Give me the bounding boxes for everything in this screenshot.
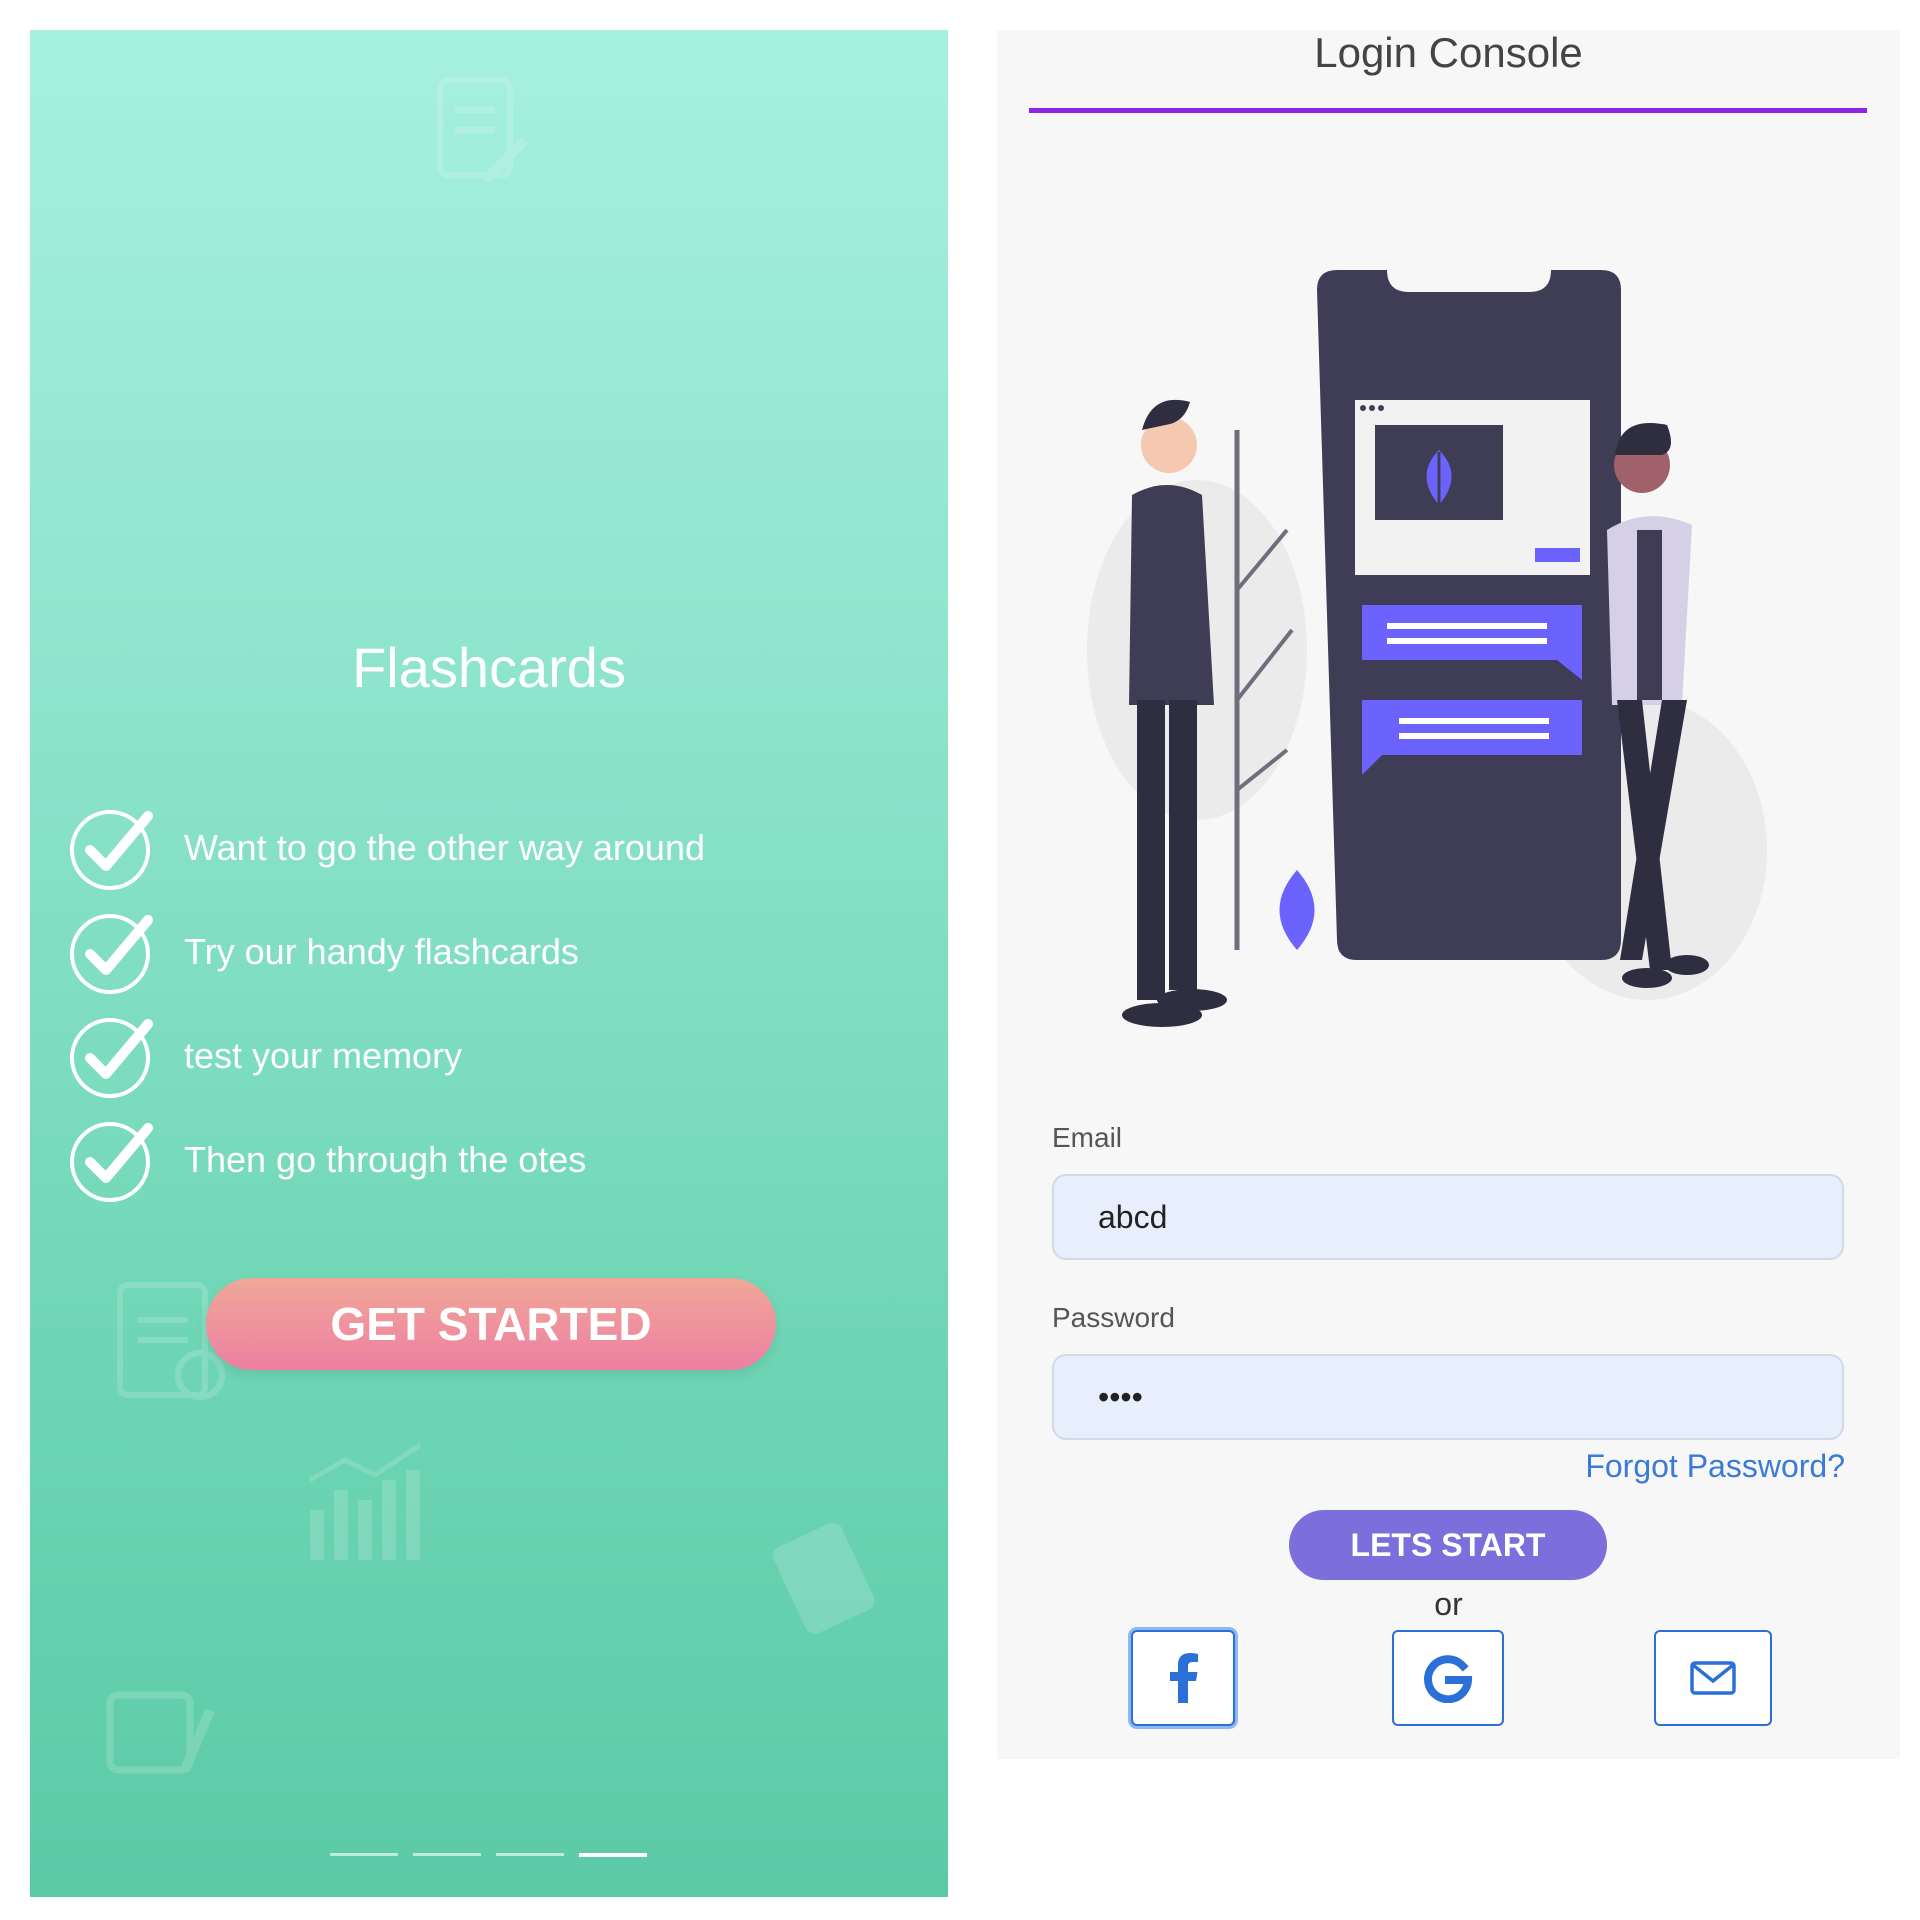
check-circle-icon	[70, 1018, 153, 1098]
email-field[interactable]	[1052, 1174, 1844, 1260]
check-circle-icon	[70, 810, 153, 890]
feature-item: Try our handy flashcards	[68, 912, 888, 994]
feature-list: Want to go the other way around Try our …	[68, 808, 888, 1224]
check-circle-icon	[70, 1122, 153, 1202]
facebook-login-button[interactable]	[1131, 1630, 1235, 1726]
check-circle-icon	[70, 914, 153, 994]
lets-start-button[interactable]: LETS START	[1289, 1510, 1607, 1580]
page-dot[interactable]	[496, 1853, 564, 1856]
page-dot[interactable]	[330, 1853, 398, 1856]
feature-text: test your memory	[184, 1035, 463, 1076]
password-label: Password	[1052, 1302, 1175, 1333]
page-dot-active[interactable]	[579, 1853, 647, 1857]
chart-doodle-icon	[308, 1442, 422, 1560]
feature-text: Try our handy flashcards	[184, 931, 579, 972]
page-dot[interactable]	[413, 1853, 481, 1856]
or-separator: or	[1434, 1586, 1463, 1622]
password-field[interactable]	[1052, 1354, 1844, 1440]
onboarding-panel: Flashcards Want to go the other way arou…	[30, 30, 948, 1897]
email-label: Email	[1052, 1122, 1123, 1153]
book-doodle-icon	[106, 1691, 215, 1774]
get-started-button[interactable]: GET STARTED	[206, 1278, 776, 1370]
email-login-button[interactable]	[1654, 1630, 1772, 1726]
phone-people-illustration	[1087, 270, 1767, 1027]
onboarding-title: Flashcards	[352, 636, 626, 699]
feature-item: Want to go the other way around	[68, 808, 888, 890]
title-underline	[1029, 108, 1867, 113]
mail-icon	[1690, 1661, 1736, 1695]
feature-item: Then go through the otes	[68, 1120, 888, 1202]
page-title: Login Console	[1314, 29, 1583, 76]
feature-text: Then go through the otes	[184, 1139, 587, 1180]
feature-text: Want to go the other way around	[184, 827, 705, 868]
facebook-icon	[1170, 1653, 1198, 1703]
notepad-doodle-icon	[437, 77, 529, 184]
page-indicator	[330, 1853, 662, 1857]
forgot-password-link[interactable]: Forgot Password?	[1585, 1448, 1845, 1485]
google-login-button[interactable]	[1392, 1630, 1504, 1726]
login-panel: Login Console Email abcd Password Forgot…	[997, 30, 1900, 1759]
feature-item: test your memory	[68, 1016, 888, 1098]
sdcard-doodle-icon	[773, 1522, 875, 1634]
google-icon	[1424, 1655, 1473, 1703]
